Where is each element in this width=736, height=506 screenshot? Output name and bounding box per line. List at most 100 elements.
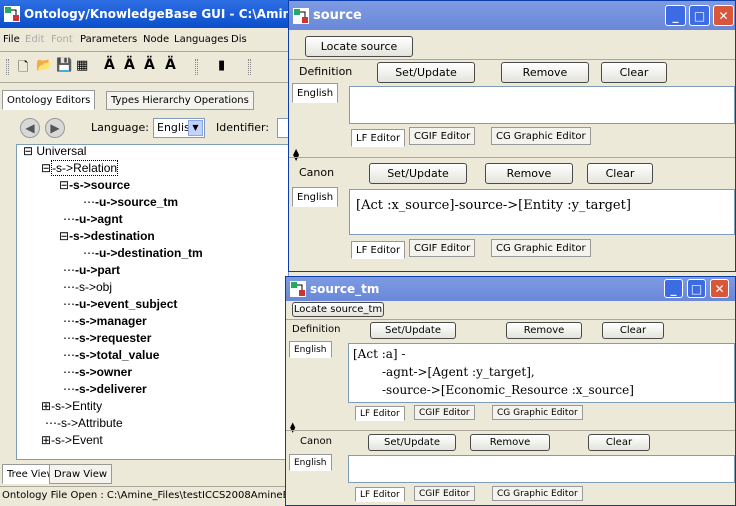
tree-node-universal[interactable]: ⊟ Universal	[23, 143, 86, 160]
toolbar-grip-icon	[6, 59, 9, 75]
status-bar: Ontology File Open : C:\Amine_Files\test…	[2, 490, 289, 501]
tree-node-part[interactable]: ⋯-u->part	[63, 262, 120, 279]
minimize-button[interactable]: _	[664, 279, 683, 298]
canon-set-update-button[interactable]: Set/Update	[369, 163, 467, 184]
definition-remove-button[interactable]: Remove	[501, 62, 589, 83]
menu-parameters[interactable]: Parameters	[80, 34, 137, 45]
definition-language-tab[interactable]: English	[289, 341, 332, 358]
tree-node-obj[interactable]: ⋯-s->obj	[63, 279, 112, 296]
book-icon[interactable]: ▮	[218, 58, 225, 73]
definition-text-area[interactable]	[349, 86, 735, 124]
toolbar: 🗋 📂 💾 ▦ Ä Ä Ä Ä ▮	[0, 55, 289, 79]
locate-divider	[286, 319, 735, 320]
maximize-button[interactable]: □	[689, 5, 710, 26]
definition-cgif-editor-tab[interactable]: CGIF Editor	[409, 127, 476, 145]
definition-clear-button[interactable]: Clear	[602, 322, 664, 339]
tree-node-event[interactable]: ⊞-s->Event	[41, 432, 103, 449]
canon-cgif-editor-tab[interactable]: CGIF Editor	[414, 486, 475, 501]
tree-node-destination-tm[interactable]: ⋯-u->destination_tm	[83, 245, 203, 262]
close-button[interactable]: ✕	[713, 5, 734, 26]
definition-text-area[interactable]: [Act :a] - -agnt->[Agent :y_target], -so…	[348, 343, 735, 403]
menu-font[interactable]: Font	[51, 34, 73, 45]
source-tm-title: source_tm	[310, 282, 380, 296]
open-folder-icon[interactable]: 📂	[36, 58, 52, 73]
find-prev-icon[interactable]: Ä	[144, 57, 155, 73]
canon-text: [Act :x_source]-source->[Entity :y_targe…	[356, 198, 631, 213]
canon-language-tab[interactable]: English	[292, 187, 339, 207]
new-file-icon[interactable]: 🗋	[18, 58, 28, 80]
print-icon[interactable]: ▦	[76, 58, 88, 73]
definition-cg-graphic-tab[interactable]: CG Graphic Editor	[492, 405, 583, 420]
tree-node-event-subject[interactable]: ⋯-u->event_subject	[63, 296, 177, 313]
tab-types-hierarchy[interactable]: Types Hierarchy Operations	[106, 91, 254, 110]
canon-language-tab[interactable]: English	[289, 454, 332, 471]
menu-file[interactable]: File	[3, 34, 20, 45]
splitter-arrows-icon[interactable]: ▲▼	[290, 422, 295, 434]
canon-lf-editor-tab[interactable]: LF Editor	[355, 487, 405, 502]
definition-line-3: -source->[Economic_Resource :x_source]	[382, 383, 634, 397]
minimize-button[interactable]: _	[665, 5, 686, 26]
canon-cg-graphic-tab[interactable]: CG Graphic Editor	[492, 486, 583, 501]
menu-node[interactable]: Node	[143, 34, 169, 45]
language-select[interactable]: English ▼	[153, 118, 205, 138]
tree-node-attribute[interactable]: ⋯-s->Attribute	[45, 415, 123, 432]
back-arrow-icon[interactable]: ◀	[20, 118, 40, 138]
tree-node-requester[interactable]: ⋯-s->requester	[63, 330, 151, 347]
menu-edit[interactable]: Edit	[25, 34, 44, 45]
source-tm-window: source_tm _ □ ✕ Locate source_tm Definit…	[285, 276, 736, 506]
tree-node-owner[interactable]: ⋯-s->owner	[63, 364, 132, 381]
canon-cg-graphic-tab[interactable]: CG Graphic Editor	[491, 239, 591, 257]
tree-node-source[interactable]: ⊟-s->source	[59, 177, 130, 194]
definition-set-update-button[interactable]: Set/Update	[370, 322, 456, 339]
identifier-label: Identifier:	[216, 121, 270, 134]
tab-draw-view[interactable]: Draw View	[49, 464, 113, 484]
save-icon[interactable]: 💾	[56, 58, 72, 73]
chevron-down-icon[interactable]: ▼	[188, 120, 203, 136]
find-next-icon[interactable]: Ä	[124, 57, 135, 73]
tree-node-entity[interactable]: ⊞-s->Entity	[41, 398, 102, 415]
canon-clear-button[interactable]: Clear	[587, 163, 653, 184]
canon-remove-button[interactable]: Remove	[470, 434, 550, 451]
definition-language-tab[interactable]: English	[292, 83, 339, 103]
locate-source-button[interactable]: Locate source	[305, 36, 413, 57]
menu-languages[interactable]: Languages	[174, 34, 229, 45]
tree-node-destination[interactable]: ⊟-s->destination	[59, 228, 155, 245]
canon-remove-button[interactable]: Remove	[485, 163, 573, 184]
tab-ontology-editors[interactable]: Ontology Editors	[2, 90, 96, 110]
tree-node-total-value[interactable]: ⋯-s->total_value	[63, 347, 159, 364]
canon-text-area[interactable]: [Act :x_source]-source->[Entity :y_targe…	[349, 189, 735, 235]
toolbar-separator-icon	[248, 59, 251, 75]
tree-node-agnt[interactable]: ⋯-u->agnt	[63, 211, 123, 228]
definition-cgif-editor-tab[interactable]: CGIF Editor	[414, 405, 475, 420]
canon-label: Canon	[300, 436, 332, 447]
tree-node-source-tm[interactable]: ⋯-u->source_tm	[83, 194, 178, 211]
definition-clear-button[interactable]: Clear	[601, 62, 667, 83]
main-titlebar[interactable]: Ontology/KnowledgeBase GUI - C:\Amine_F	[0, 0, 288, 28]
canon-set-update-button[interactable]: Set/Update	[368, 434, 456, 451]
window-app-icon	[290, 281, 306, 297]
tree-node-relation[interactable]: ⊟-s->Relation	[41, 160, 119, 177]
definition-lf-editor-tab[interactable]: LF Editor	[351, 129, 406, 147]
close-button[interactable]: ✕	[710, 279, 729, 298]
canon-label: Canon	[299, 166, 335, 179]
window-app-icon	[293, 7, 309, 24]
splitter-arrows-icon[interactable]: ▲▼	[293, 148, 299, 162]
tree-node-deliverer[interactable]: ⋯-s->deliverer	[63, 381, 147, 398]
canon-text-area[interactable]	[348, 455, 735, 483]
find-icon[interactable]: Ä	[104, 57, 115, 73]
canon-lf-editor-tab[interactable]: LF Editor	[351, 241, 406, 259]
tree-node-manager[interactable]: ⋯-s->manager	[63, 313, 147, 330]
canon-clear-button[interactable]: Clear	[588, 434, 650, 451]
definition-set-update-button[interactable]: Set/Update	[377, 62, 475, 83]
definition-cg-graphic-tab[interactable]: CG Graphic Editor	[491, 127, 591, 145]
menu-display[interactable]: Dis	[231, 34, 247, 45]
source-title: source	[313, 8, 362, 23]
definition-lf-editor-tab[interactable]: LF Editor	[355, 406, 405, 421]
maximize-button[interactable]: □	[687, 279, 706, 298]
canon-cgif-editor-tab[interactable]: CGIF Editor	[409, 239, 476, 257]
forward-arrow-icon[interactable]: ▶	[45, 118, 65, 138]
definition-remove-button[interactable]: Remove	[506, 322, 582, 339]
main-window: Ontology/KnowledgeBase GUI - C:\Amine_F …	[0, 0, 291, 506]
find-all-icon[interactable]: Ä	[165, 57, 176, 73]
locate-source-tm-button[interactable]: Locate source_tm	[292, 302, 384, 317]
